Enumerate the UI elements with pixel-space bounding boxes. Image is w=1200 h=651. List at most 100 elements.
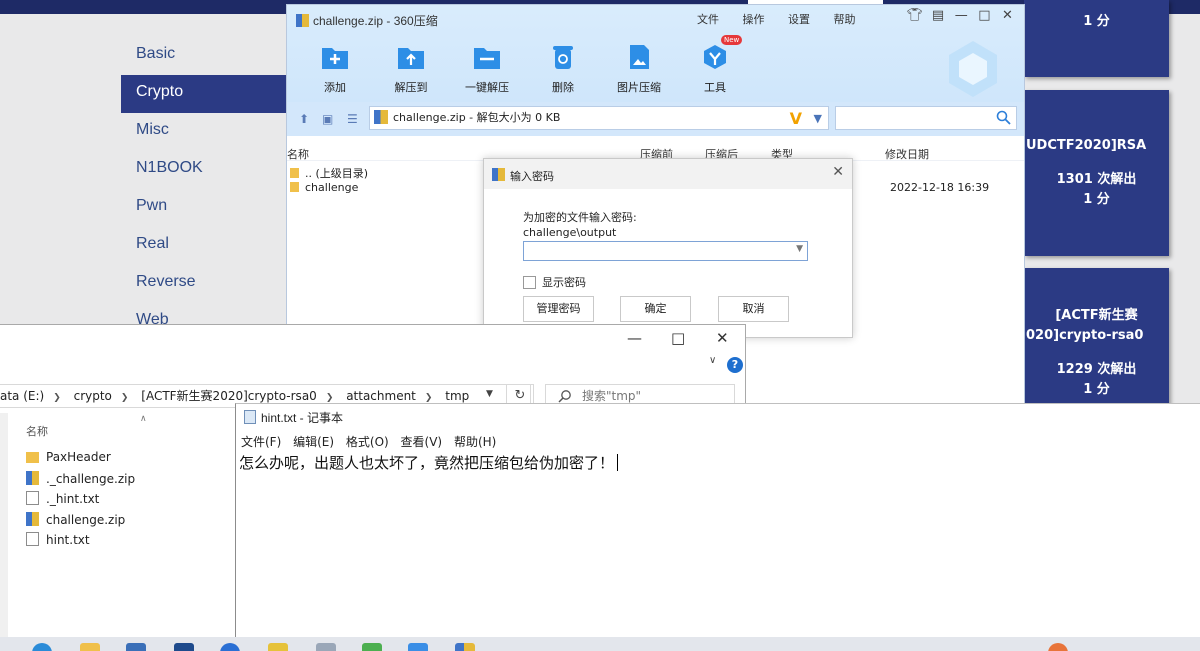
app-icon[interactable] — [174, 643, 194, 651]
chevron-down-icon[interactable]: ▼ — [796, 244, 803, 254]
card-title: UDCTF2020]RSA — [1026, 138, 1147, 153]
nav-item-basic[interactable]: Basic — [121, 37, 291, 75]
nav-item-misc[interactable]: Misc — [121, 113, 291, 151]
thumbnail-view-icon[interactable]: ▣ — [322, 112, 333, 126]
app-icon[interactable] — [362, 643, 382, 651]
one-click-extract-icon — [474, 48, 500, 69]
notepad-window: hint.txt - 记事本 文件(F) 编辑(E) 格式(O) 查看(V) 帮… — [235, 403, 1200, 651]
manage-password-button[interactable]: 管理密码 — [523, 296, 594, 322]
password-prompt: 为加密的文件输入密码: — [523, 211, 637, 224]
help-icon[interactable]: ? — [727, 357, 743, 373]
minimize-button[interactable]: — — [627, 329, 642, 347]
skin-icon[interactable]: 👕︎ — [905, 8, 924, 23]
category-nav: Basic Crypto Misc N1BOOK Pwn Real Revers… — [121, 37, 291, 341]
notepad-title: hint.txt - 记事本 — [244, 409, 343, 426]
chevron-down-icon[interactable]: ▼ — [486, 389, 493, 399]
menu-edit[interactable]: 编辑(E) — [293, 435, 334, 449]
zip-window-controls: 👕︎ ▤ — □ ✕ — [905, 8, 1017, 23]
file-explorer-icon[interactable] — [80, 643, 100, 651]
card-solves: 1301 次解出 — [1056, 172, 1137, 187]
close-button[interactable]: ✕ — [716, 329, 729, 347]
add-button[interactable]: 添加 — [300, 43, 370, 95]
notepad-editor[interactable]: 怎么办呢，出题人也太坏了，竟然把压缩包给伪加密了！ — [239, 452, 619, 473]
tray-icon[interactable] — [1048, 643, 1068, 651]
file-row[interactable]: hint.txt — [26, 532, 90, 547]
360-zip-taskbar-icon[interactable] — [455, 643, 475, 651]
chevron-right-icon[interactable]: ❯ — [121, 393, 129, 403]
notepad-menu-bar: 文件(F) 编辑(E) 格式(O) 查看(V) 帮助(H) — [241, 433, 504, 450]
zip-path-field[interactable]: challenge.zip - 解包大小为 0 KB V ▼ — [369, 106, 829, 130]
show-password-checkbox[interactable]: 显示密码 — [523, 274, 586, 290]
zip-menu-bar: 文件 操作 设置 帮助 — [697, 11, 876, 27]
cancel-button[interactable]: 取消 — [718, 296, 789, 322]
challenge-card[interactable]: UDCTF2020]RSA 1301 次解出 1 分 — [1024, 90, 1169, 256]
file-row[interactable]: ._challenge.zip — [26, 471, 135, 486]
zip-search-input[interactable] — [835, 106, 1017, 130]
store-icon[interactable] — [126, 643, 146, 651]
app-icon[interactable] — [268, 643, 288, 651]
menu-view[interactable]: 查看(V) — [401, 435, 443, 449]
zip-file-icon — [26, 471, 39, 485]
maximize-button[interactable]: □ — [975, 8, 994, 23]
tools-icon — [704, 45, 726, 69]
list-item[interactable]: challenge — [290, 181, 358, 194]
menu-file[interactable]: 文件(F) — [241, 435, 281, 449]
password-input[interactable]: ▼ — [523, 241, 808, 261]
zip-menu-help[interactable]: 帮助 — [834, 13, 856, 26]
breadcrumb-challenge[interactable]: [ACTF新生赛2020]crypto-rsa0 — [141, 389, 317, 403]
breadcrumb-crypto[interactable]: crypto — [74, 389, 112, 403]
zip-menu-file[interactable]: 文件 — [697, 13, 719, 26]
close-button[interactable]: ✕ — [998, 8, 1017, 23]
feedback-icon[interactable]: ▤ — [929, 8, 948, 23]
password-dialog: 输入密码 ✕ 为加密的文件输入密码: challenge\output ▼ 显示… — [483, 158, 853, 338]
breadcrumb-tmp[interactable]: tmp — [445, 389, 469, 403]
card-solves: 1229 次解出 — [1056, 362, 1137, 377]
file-row[interactable]: challenge.zip — [26, 512, 125, 527]
challenge-card[interactable]: [ACTF新生赛 020]crypto-rsa0 1229 次解出 1 分 — [1024, 268, 1169, 408]
close-icon[interactable]: ✕ — [832, 164, 844, 180]
column-name[interactable]: 名称 — [26, 423, 48, 439]
card-points: 1 分 — [1083, 382, 1110, 397]
one-click-extract-button[interactable]: 一键解压 — [452, 43, 522, 95]
checkbox-box[interactable] — [523, 276, 536, 289]
chevron-right-icon[interactable]: ❯ — [425, 393, 433, 403]
nav-item-reverse[interactable]: Reverse — [121, 265, 291, 303]
card-title-line2: 020]crypto-rsa0 — [1026, 328, 1144, 343]
chevron-down-icon[interactable]: ▼ — [814, 108, 822, 130]
challenge-card[interactable]: 1 分 — [1024, 0, 1169, 77]
breadcrumb-drive[interactable]: ata (E:) — [0, 389, 44, 403]
app-icon[interactable] — [408, 643, 428, 651]
zip-menu-settings[interactable]: 设置 — [788, 13, 810, 26]
file-row[interactable]: PaxHeader — [26, 450, 111, 464]
image-compress-button[interactable]: 图片压缩 — [604, 43, 674, 95]
extract-to-button[interactable]: 解压到 — [376, 43, 446, 95]
app-icon[interactable] — [220, 643, 240, 651]
breadcrumb-attachment[interactable]: attachment — [346, 389, 416, 403]
nav-item-pwn[interactable]: Pwn — [121, 189, 291, 227]
menu-format[interactable]: 格式(O) — [346, 435, 389, 449]
up-folder-icon[interactable]: ⬆︎ — [299, 112, 309, 126]
chevron-down-icon[interactable]: ∨ — [709, 355, 716, 366]
nav-item-n1book[interactable]: N1BOOK — [121, 151, 291, 189]
navigation-pane[interactable] — [0, 413, 8, 643]
search-icon — [558, 390, 571, 403]
minimize-button[interactable]: — — [952, 8, 971, 23]
nav-item-crypto[interactable]: Crypto — [121, 75, 291, 113]
ok-button[interactable]: 确定 — [620, 296, 691, 322]
maximize-button[interactable]: □ — [671, 329, 685, 347]
list-item[interactable]: .. (上级目录) — [290, 165, 368, 181]
edge-browser-icon[interactable] — [32, 643, 52, 651]
chevron-right-icon[interactable]: ❯ — [53, 393, 61, 403]
file-row[interactable]: ._hint.txt — [26, 491, 99, 506]
zip-archive-icon — [492, 168, 505, 181]
zip-menu-operate[interactable]: 操作 — [743, 13, 765, 26]
chevron-right-icon[interactable]: ❯ — [326, 393, 334, 403]
app-icon[interactable] — [316, 643, 336, 651]
extract-to-icon — [398, 48, 424, 69]
tools-button[interactable]: New 工具 — [680, 35, 750, 95]
list-view-icon[interactable]: ☰ — [347, 112, 358, 126]
menu-help[interactable]: 帮助(H) — [454, 435, 496, 449]
nav-item-real[interactable]: Real — [121, 227, 291, 265]
delete-button[interactable]: 删除 — [528, 43, 598, 95]
folder-icon — [290, 182, 299, 192]
